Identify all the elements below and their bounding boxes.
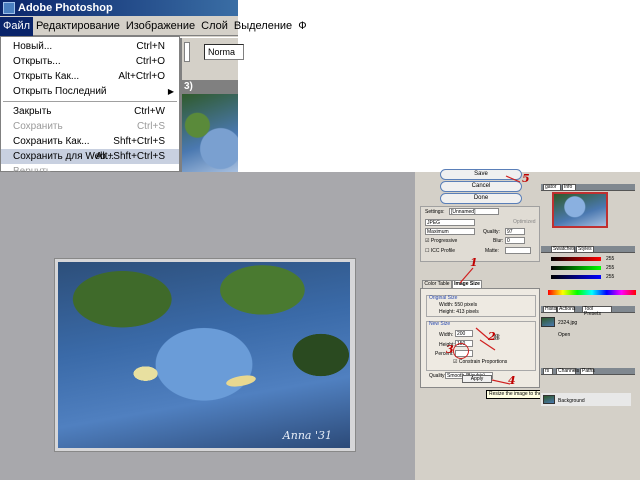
arrow-2b bbox=[479, 339, 496, 351]
annotation-arrows bbox=[459, 175, 521, 385]
arrow-5 bbox=[505, 175, 521, 183]
arrow-2 bbox=[475, 327, 491, 341]
arrow-1 bbox=[459, 267, 474, 284]
arrow-4 bbox=[491, 379, 511, 385]
